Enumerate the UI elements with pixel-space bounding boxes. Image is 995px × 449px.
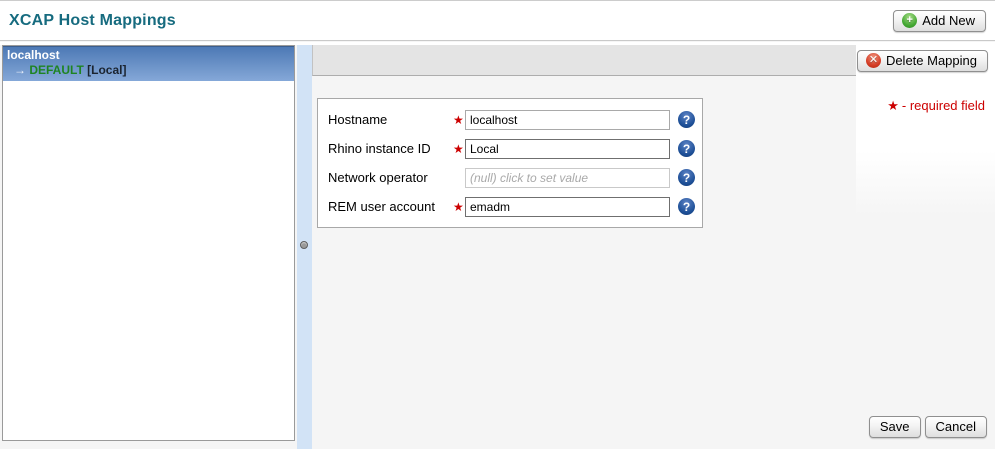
rem-user-field[interactable] (465, 197, 670, 217)
mapping-form: Hostname ★ ? Rhino instance ID ★ ? Netwo… (317, 98, 703, 228)
hostname-help-icon[interactable]: ? (678, 111, 695, 128)
delete-mapping-button[interactable]: ✕ Delete Mapping (857, 50, 988, 72)
rhino-instance-required-star: ★ (453, 142, 465, 156)
page-header: XCAP Host Mappings + Add New (0, 1, 995, 41)
footer-actions: Save Cancel (869, 416, 987, 438)
mapping-detail-panel: ✕ Delete Mapping ★- required field Hostn… (312, 45, 995, 449)
hostname-required-star: ★ (453, 113, 465, 127)
rem-user-required-star: ★ (453, 200, 465, 214)
cancel-button[interactable]: Cancel (925, 416, 987, 438)
delete-mapping-label: Delete Mapping (886, 53, 977, 68)
add-plus-icon: + (902, 13, 917, 28)
tree-item-selected[interactable]: localhost → DEFAULT [Local] (3, 46, 294, 81)
form-row-rhino-instance: Rhino instance ID ★ ? (328, 134, 693, 163)
toolbar (312, 45, 856, 76)
host-tree-panel: localhost → DEFAULT [Local] (2, 45, 295, 441)
hostname-field[interactable] (465, 110, 670, 130)
network-operator-field[interactable] (465, 168, 670, 188)
main-area: localhost → DEFAULT [Local] ✕ Delete Map… (0, 42, 995, 449)
rhino-instance-label: Rhino instance ID (328, 141, 453, 156)
form-row-network-operator: Network operator ? (328, 163, 693, 192)
network-operator-help-icon[interactable]: ? (678, 169, 695, 186)
tree-mapping-name: DEFAULT (29, 63, 83, 77)
panel-splitter[interactable] (297, 45, 312, 449)
rhino-instance-field[interactable] (465, 139, 670, 159)
required-star-icon: ★ (887, 98, 899, 113)
splitter-handle-icon[interactable] (300, 241, 308, 249)
add-new-label: Add New (922, 13, 975, 28)
required-legend-text: - required field (902, 98, 985, 113)
required-field-legend: ★- required field (887, 98, 985, 114)
arrow-icon: → (14, 63, 26, 77)
rem-user-label: REM user account (328, 199, 453, 214)
rhino-instance-help-icon[interactable]: ? (678, 140, 695, 157)
tree-mapping-row[interactable]: → DEFAULT [Local] (7, 63, 290, 78)
tree-host-label: localhost (7, 48, 290, 63)
network-operator-label: Network operator (328, 170, 453, 185)
form-row-hostname: Hostname ★ ? (328, 105, 693, 134)
hostname-label: Hostname (328, 112, 453, 127)
rem-user-help-icon[interactable]: ? (678, 198, 695, 215)
delete-x-icon: ✕ (866, 53, 881, 68)
add-new-button[interactable]: + Add New (893, 10, 986, 32)
tree-mapping-suffix: [Local] (87, 63, 126, 77)
save-button[interactable]: Save (869, 416, 921, 438)
page-title: XCAP Host Mappings (9, 12, 176, 30)
form-row-rem-user: REM user account ★ ? (328, 192, 693, 221)
